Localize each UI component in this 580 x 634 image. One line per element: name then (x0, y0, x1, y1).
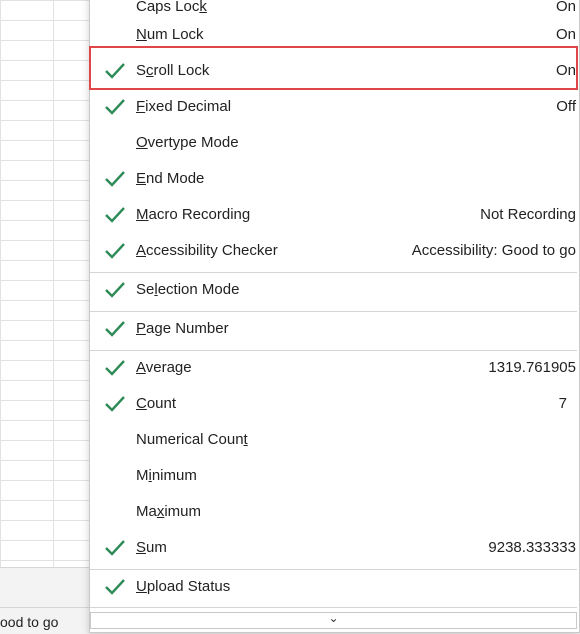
checkmark-icon (104, 272, 128, 308)
menu-item-scroll-lock[interactable]: Scroll Lock On (90, 53, 579, 89)
menu-separator (90, 607, 577, 608)
menu-item-value: On (555, 26, 576, 43)
menu-item-label: Selection Mode (136, 281, 240, 298)
menu-item-label: Count (136, 395, 177, 412)
menu-item-fixed-decimal[interactable]: Fixed Decimal Off (90, 89, 579, 125)
menu-item-value: On (555, 62, 576, 79)
menu-item-label: Macro Recording (136, 206, 251, 223)
menu-item-value: 9238.333333 (488, 539, 576, 556)
menu-item-value: Off (556, 98, 576, 115)
checkmark-icon (104, 53, 128, 89)
customize-status-bar-menu: Caps Lock On Num Lock On Scroll Lock On … (89, 0, 580, 633)
menu-item-numerical-count[interactable]: Numerical Count (90, 422, 579, 458)
menu-item-label: Page Number (136, 320, 229, 337)
menu-item-label: Fixed Decimal (136, 98, 232, 115)
menu-item-average[interactable]: Average 1319.761905 (90, 350, 579, 386)
checkmark-icon (104, 197, 128, 233)
chevron-down-icon: ⌄ (328, 611, 339, 625)
menu-item-selection-mode[interactable]: Selection Mode (90, 272, 579, 308)
menu-item-page-number[interactable]: Page Number (90, 311, 579, 347)
menu-item-maximum[interactable]: Maximum (90, 494, 579, 530)
menu-item-overtype-mode[interactable]: Overtype Mode (90, 125, 579, 161)
menu-item-sum[interactable]: Sum 9238.333333 (90, 530, 579, 566)
checkmark-icon (104, 350, 128, 386)
menu-item-label: Upload Status (136, 578, 231, 595)
checkmark-icon (104, 89, 128, 125)
checkmark-icon (104, 311, 128, 347)
menu-item-label: Minimum (136, 467, 197, 484)
checkmark-icon (104, 233, 128, 269)
menu-item-count[interactable]: Count 7 (90, 386, 579, 422)
checkmark-icon (104, 161, 128, 197)
menu-item-macro-recording[interactable]: Macro Recording Not Recording (90, 197, 579, 233)
menu-item-upload-status[interactable]: Upload Status (90, 569, 579, 605)
menu-item-label: Num Lock (136, 26, 204, 43)
menu-item-label: Numerical Count (136, 431, 248, 448)
menu-item-minimum[interactable]: Minimum (90, 458, 579, 494)
checkmark-icon (104, 386, 128, 422)
menu-item-end-mode[interactable]: End Mode (90, 161, 579, 197)
menu-item-label: Sum (136, 539, 167, 556)
menu-item-value: 1319.761905 (488, 359, 576, 376)
menu-item-label: Maximum (136, 503, 202, 520)
menu-item-num-lock[interactable]: Num Lock On (90, 17, 579, 53)
menu-item-value: Not Recording (480, 206, 576, 223)
menu-item-label: Accessibility Checker (136, 242, 278, 259)
menu-item-label: Overtype Mode (136, 134, 239, 151)
menu-item-accessibility-checker[interactable]: Accessibility Checker Accessibility: Goo… (90, 233, 579, 269)
checkmark-icon (104, 569, 128, 605)
status-bar-accessibility-text[interactable]: ood to go (0, 614, 58, 630)
menu-item-label: End Mode (136, 170, 205, 187)
menu-item-label: Scroll Lock (136, 62, 210, 79)
checkmark-icon (104, 530, 128, 566)
menu-item-label: Average (136, 359, 192, 376)
menu-scroll-down-button[interactable]: ⌄ (90, 611, 577, 629)
menu-item-value: Accessibility: Good to go (411, 242, 576, 259)
menu-item-value: 7 (558, 395, 567, 412)
